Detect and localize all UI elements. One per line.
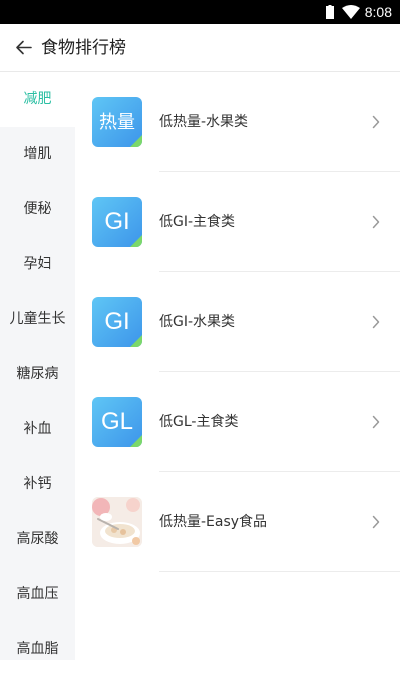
chevron-right-icon bbox=[372, 415, 380, 429]
sidebar-item-pregnancy[interactable]: 孕妇 bbox=[0, 237, 75, 292]
food-photo-image bbox=[92, 497, 142, 547]
thumbnail-corner bbox=[130, 135, 142, 147]
divider bbox=[159, 571, 400, 572]
thumbnail-corner bbox=[130, 335, 142, 347]
sidebar-item-hypertension[interactable]: 高血压 bbox=[0, 567, 75, 622]
status-bar: 8:08 bbox=[0, 0, 400, 24]
chevron-right-icon bbox=[372, 515, 380, 529]
ranking-list: 热量 低热量-水果类 GI 低GI-主食类 GI 低GI-水果类 GL 低GL-… bbox=[75, 72, 400, 660]
list-item-label: 低GI-水果类 bbox=[159, 314, 236, 330]
thumbnail-corner bbox=[130, 235, 142, 247]
list-item[interactable]: GI 低GI-主食类 bbox=[75, 172, 400, 272]
list-item-label: 低热量-Easy食品 bbox=[159, 514, 268, 530]
sidebar-item-constipation[interactable]: 便秘 bbox=[0, 182, 75, 237]
thumbnail-gi: GI bbox=[92, 197, 142, 247]
sidebar-item-weight-loss[interactable]: 减肥 bbox=[0, 72, 75, 127]
battery-icon bbox=[326, 5, 334, 19]
sidebar-item-muscle-gain[interactable]: 增肌 bbox=[0, 127, 75, 182]
chevron-right-icon bbox=[372, 315, 380, 329]
sidebar-item-hyperlipidemia[interactable]: 高血脂 bbox=[0, 622, 75, 677]
thumbnail-corner bbox=[130, 435, 142, 447]
chevron-right-icon bbox=[372, 115, 380, 129]
sidebar-item-blood[interactable]: 补血 bbox=[0, 402, 75, 457]
thumbnail-gl: GL bbox=[92, 397, 142, 447]
page-title: 食物排行榜 bbox=[41, 38, 126, 58]
list-item[interactable]: 低热量-Easy食品 bbox=[75, 472, 400, 572]
list-item[interactable]: 热量 低热量-水果类 bbox=[75, 72, 400, 172]
list-item-label: 低GI-主食类 bbox=[159, 214, 236, 230]
list-item-label: 低GL-主食类 bbox=[159, 414, 239, 430]
chevron-right-icon bbox=[372, 215, 380, 229]
list-item[interactable]: GI 低GI-水果类 bbox=[75, 272, 400, 372]
sidebar-item-child-growth[interactable]: 儿童生长 bbox=[0, 292, 75, 347]
thumbnail-calorie: 热量 bbox=[92, 97, 142, 147]
wifi-icon bbox=[342, 5, 360, 19]
food-photo-thumbnail bbox=[92, 497, 142, 547]
sidebar-item-calcium[interactable]: 补钙 bbox=[0, 457, 75, 512]
list-item[interactable]: GL 低GL-主食类 bbox=[75, 372, 400, 472]
sidebar-item-diabetes[interactable]: 糖尿病 bbox=[0, 347, 75, 402]
back-button[interactable] bbox=[10, 34, 38, 62]
category-sidebar: 减肥 增肌 便秘 孕妇 儿童生长 糖尿病 补血 补钙 高尿酸 高血压 高血脂 bbox=[0, 72, 75, 660]
thumbnail-gi: GI bbox=[92, 297, 142, 347]
status-time: 8:08 bbox=[364, 4, 392, 20]
list-item-label: 低热量-水果类 bbox=[159, 114, 249, 130]
sidebar-item-uric-acid[interactable]: 高尿酸 bbox=[0, 512, 75, 567]
app-header: 食物排行榜 bbox=[0, 24, 400, 72]
arrow-left-icon bbox=[16, 40, 32, 55]
